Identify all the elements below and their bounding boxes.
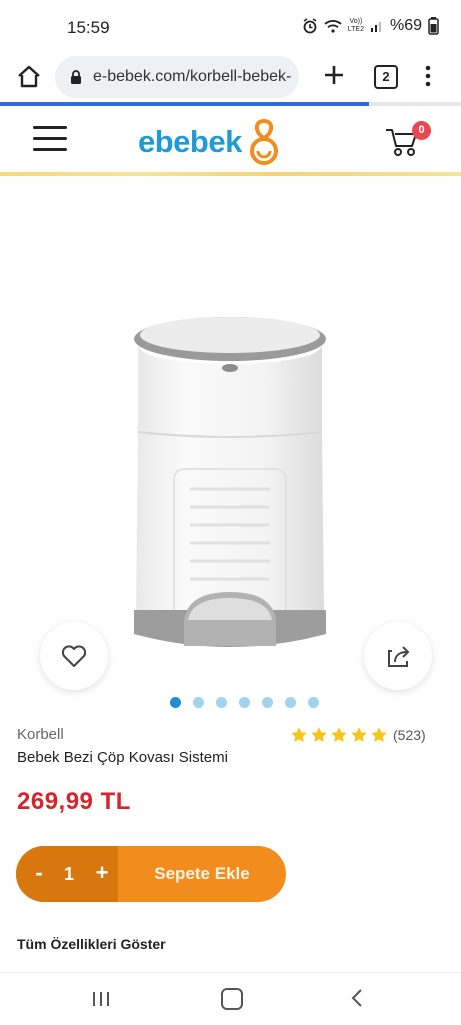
cart-count-badge: 0 [412,121,431,140]
site-header: ebebek 0 [0,106,461,172]
product-brand[interactable]: Korbell [17,726,64,743]
gallery-pagination [170,697,319,708]
home-icon[interactable] [16,64,42,90]
gallery-dot[interactable] [170,697,181,708]
star-icon [371,727,387,742]
show-all-features-link[interactable]: Tüm Özellikleri Göster [17,936,166,952]
product-image[interactable] [128,314,332,664]
tab-switcher-button[interactable]: 2 [374,65,398,89]
product-title: Bebek Bezi Çöp Kovası Sistemi [17,749,228,766]
decrease-quantity-button[interactable]: - [29,860,49,886]
add-to-cart-button[interactable]: Sepete Ekle [118,846,286,902]
battery-icon [428,17,439,35]
wifi-icon [324,20,342,33]
lock-icon [71,70,81,84]
add-to-cart-control: - 1 + Sepete Ekle [16,846,286,902]
signal-icon [370,22,381,32]
system-navigation-bar [0,972,461,1025]
logo-mark-icon [249,118,278,165]
recent-apps-icon[interactable] [91,990,111,1008]
status-time: 15:59 [67,18,110,37]
share-icon [388,646,410,667]
star-icon [311,727,327,742]
hamburger-menu-icon[interactable] [33,126,67,152]
new-tab-icon[interactable] [320,61,348,89]
rating[interactable]: (523) [290,726,426,744]
site-logo[interactable]: ebebek [138,118,284,166]
gallery-dot[interactable] [193,697,204,708]
increase-quantity-button[interactable]: + [91,860,113,886]
browser-toolbar: e-bebek.com/korbell-bebek- 2 [0,52,461,102]
share-button[interactable] [364,622,432,690]
gallery-dot[interactable] [285,697,296,708]
heart-icon [61,645,87,667]
product-price: 269,99 TL [17,788,131,815]
review-count[interactable]: (523) [393,727,426,743]
gallery-dot[interactable] [262,697,273,708]
overflow-menu-icon[interactable] [420,62,436,90]
address-bar[interactable]: e-bebek.com/korbell-bebek- [55,56,299,98]
back-icon[interactable] [350,987,364,1009]
quantity-value: 1 [63,864,74,884]
star-icon [291,727,307,742]
battery-text: %69 [389,17,422,34]
status-icons: Vo)) LTE2 %69 [302,17,439,35]
gallery-dot[interactable] [239,697,250,708]
status-bar: 15:59 Vo)) LTE2 %69 [0,0,461,52]
alarm-icon [303,18,317,34]
gallery-dot[interactable] [216,697,227,708]
product-gallery[interactable] [0,176,461,716]
star-icon [331,727,347,742]
home-button-icon[interactable] [221,988,243,1010]
url-text: e-bebek.com/korbell-bebek- [93,68,292,85]
gallery-dot[interactable] [308,697,319,708]
star-icon [351,727,367,742]
network-label: Vo)) LTE2 [347,18,364,33]
favorite-button[interactable] [40,622,108,690]
logo-text: ebebek [138,124,242,159]
